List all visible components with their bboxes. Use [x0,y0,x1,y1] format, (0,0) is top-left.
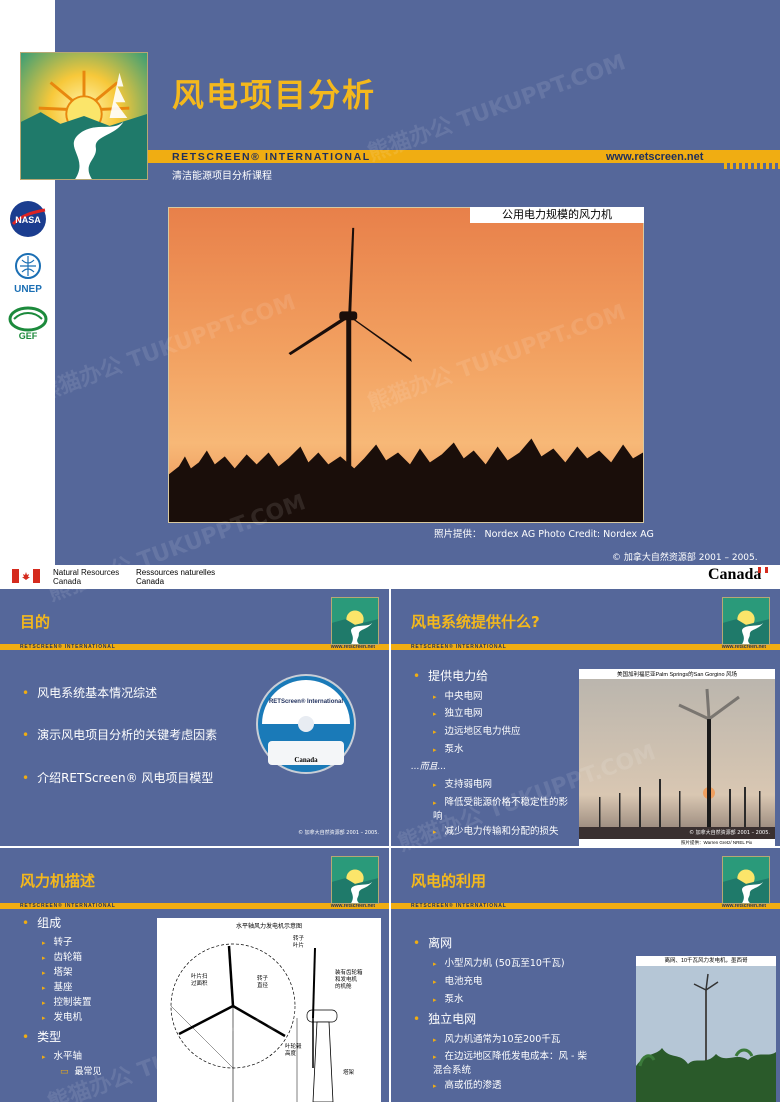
nasa-logo: NASA [10,201,46,237]
sub-bullet-item: ▸ 电池充电 [433,976,483,987]
thumb-brand: RETSCREEN® INTERNATIONAL [411,903,507,909]
thumbnail-wind-uses[interactable]: 风电的利用 RETSCREEN® INTERNATIONAL www.retsc… [391,848,780,1102]
unep-logo: UNEP [14,253,42,295]
brand-name: RETSCREEN® INTERNATIONAL [172,151,371,163]
slide-title: 风电项目分析 [172,76,377,114]
photo-caption: 离网、10千瓦风力发电机，墨西哥 [664,958,748,964]
sub-bullet-item: ▸ 泵水 [433,994,464,1005]
turbine-diagram: 水平轴风力发电机示意图 转子叶片 叶片扫过面积 转子直径 装有齿轮箱和发电机的机… [157,918,381,1102]
photo-caption: 公用电力规模的风力机 [470,207,644,223]
bullet-item: • 离网 [413,936,453,950]
sub-bullet-item: ▸ 转子 [42,937,73,948]
dept-name-en: Natural Resources Canada [53,568,120,586]
sub-bullet-item: ▸ 降低受能源价格不稳定性的影响 [433,797,569,822]
thumb-copyright: © 加拿大自然资源部 2001 – 2005. [689,830,770,836]
bullet-item: • 风电系统基本情况综述 [22,686,158,700]
sub-bullet-item: ▸ 风力机通常为10至200千瓦 [433,1034,561,1045]
thumb-logo [331,856,379,904]
retscreen-logo [20,52,148,180]
thumb-title: 目的 [20,613,51,631]
sub-bullet-item: ▸ 边远地区电力供应 [433,726,521,737]
sub-bullet-item: ▸ 中央电网 [433,691,483,702]
thumb-logo [722,856,770,904]
thumbnail-turbine-description[interactable]: 风力机描述 RETSCREEN® INTERNATIONAL www.retsc… [0,848,389,1102]
canada-flag-icon [12,569,40,583]
photo-caption: 美国加利福尼亚Palm Springs的San Gorgino 风场 [616,672,738,678]
wordmark-flag-icon [758,567,768,573]
continuation-text: ...而且... [411,762,447,772]
thumb-title: 风电系统提供什么? [411,613,540,631]
svg-text:UNEP: UNEP [14,284,42,295]
bullet-item: • 独立电网 [413,1012,477,1026]
bullet-item: • 介绍RETScreen® 风电项目模型 [22,771,214,785]
thumb-title: 风电的利用 [411,872,487,890]
thumb-logo [331,597,379,645]
sub-bullet-item: ▸ 基座 [42,982,73,993]
thumbnail-what-wind-provides[interactable]: 风电系统提供什么? RETSCREEN® INTERNATIONAL www.r… [391,589,780,846]
bullet-item: • 类型 [22,1030,62,1044]
photo-credit: 照片提供： Nordex AG Photo Credit: Nordex AG [434,529,654,540]
svg-text:NASA: NASA [15,215,41,225]
sub-bullet-item: ▸ 高或低的渗透 [433,1080,502,1091]
thumb-title: 风力机描述 [20,872,96,890]
wind-turbine-photo [168,207,644,523]
sub-bullet-item: ▸ 塔架 [42,967,73,978]
thumb-logo [722,597,770,645]
thumb-brand: RETSCREEN® INTERNATIONAL [411,644,507,650]
thumb-copyright: © 加拿大自然资源部 2001 – 2005. [298,830,379,836]
bullet-item: • 提供电力给 [413,669,489,683]
thumbnail-objectives[interactable]: 目的 RETSCREEN® INTERNATIONAL www.retscree… [0,589,389,846]
sub-bullet-item: ▸ 水平轴 [42,1051,83,1062]
sub-bullet-item: ▸ 小型风力机 (50瓦至10千瓦) [433,958,565,969]
bullet-item: • 演示风电项目分析的关键考虑因素 [22,728,218,742]
sub-bullet-item: ▸ 在边远地区降低发电成本：风 - 柴混合系统 [433,1051,587,1076]
sub-bullet-item: ▸ 控制装置 [42,997,92,1008]
photo-credit: 照片提供：Warren Gretz/ NREL Pix [681,840,753,845]
wind-farm-photo [579,669,775,846]
bullet-item: • 组成 [22,916,62,930]
sub-bullet-item: ▸ 支持弱电网 [433,779,493,790]
copyright-notice: © 加拿大自然资源部 2001 – 2005. [612,553,758,563]
svg-text:RETScreen® International: RETScreen® International [269,698,343,705]
svg-text:Canada: Canada [294,756,318,764]
sub-bullet-item: ▸ 发电机 [42,1012,83,1023]
svg-text:GEF: GEF [19,331,38,341]
thumb-brand: RETSCREEN® INTERNATIONAL [20,644,116,650]
course-subtitle: 清洁能源项目分析课程 [172,171,272,182]
sub-bullet-item: ▸ 减少电力传输和分配的损失 [433,826,559,837]
dept-name-fr: Ressources naturelles Canada [136,568,216,586]
sub-bullet-item: ▸ 齿轮箱 [42,952,83,963]
sub-bullet-item: ▸ 独立电网 [433,708,483,719]
gef-logo: GEF [8,306,48,341]
canada-wordmark: Canada [708,566,762,583]
svg-text:水平轴风力发电机示意图: 水平轴风力发电机示意图 [236,922,302,930]
sub-bullet-item: ▸ 泵水 [433,744,464,755]
software-cd-image: RETScreen® International Canada [256,674,356,774]
off-grid-turbine-photo [636,956,776,1102]
thumb-brand: RETSCREEN® INTERNATIONAL [20,903,116,909]
sub-sub-bullet-item: ▭ 最常见 [60,1067,102,1077]
decorative-stripe [724,163,780,169]
brand-url: www.retscreen.net [606,151,704,163]
